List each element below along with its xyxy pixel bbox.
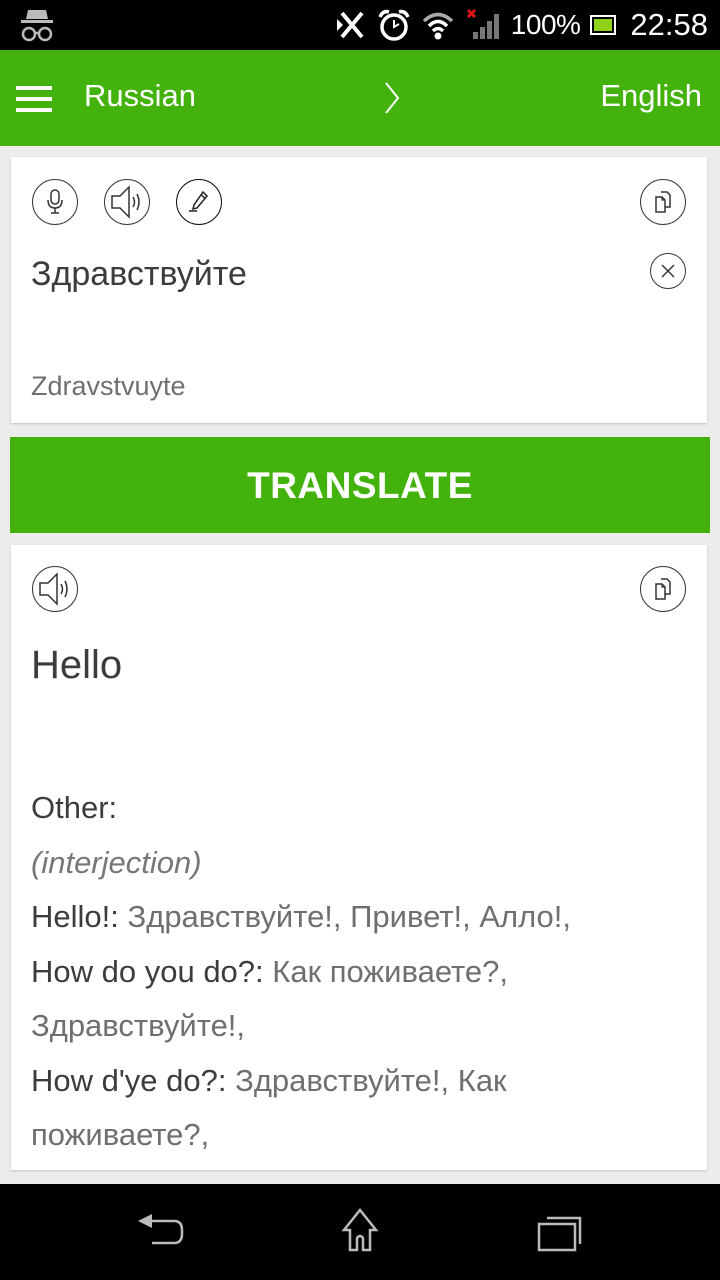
handwriting-pen-icon — [189, 190, 209, 212]
battery-icon — [590, 15, 617, 35]
bluetooth-off-icon — [336, 11, 364, 39]
copy-icon — [655, 191, 671, 213]
dictionary-entry: How do you do?: Как поживаете?, Здравств… — [31, 945, 691, 1054]
dictionary-entry: Hello!: Здравствуйте!, Привет!, Алло!, — [31, 890, 691, 945]
dictionary-entry: How d'ye do?: Здравствуйте!, Как поживае… — [31, 1054, 691, 1163]
entry-translations: Здравствуйте!, Привет!, Алло!, — [127, 899, 572, 934]
back-icon[interactable] — [130, 1206, 190, 1258]
alarm-icon — [378, 9, 410, 41]
target-language-selector[interactable]: English — [600, 78, 702, 114]
signal-no-sim-icon — [466, 8, 499, 39]
clock: 22:58 — [630, 7, 708, 42]
recent-apps-icon[interactable] — [530, 1206, 590, 1258]
speak-source-button[interactable] — [104, 179, 150, 225]
status-bar: 100% 22:58 — [0, 0, 720, 50]
battery-percent: 100% — [510, 9, 581, 40]
navigation-bar — [0, 1184, 720, 1280]
clear-button[interactable] — [650, 253, 686, 289]
entry-term: How d'ye do?: — [31, 1062, 227, 1098]
translate-button[interactable]: TRANSLATE — [10, 437, 710, 533]
microphone-icon — [47, 189, 63, 214]
other-translations: Other: (interjection) Hello!: Здравствуй… — [31, 781, 691, 1163]
chevron-right-icon[interactable] — [382, 80, 402, 116]
source-language-selector[interactable]: Russian — [84, 78, 196, 114]
speak-translation-button[interactable] — [32, 566, 78, 612]
input-card: Здравствуйте Zdravstvuyte — [11, 157, 707, 423]
source-text-input[interactable]: Здравствуйте — [31, 255, 247, 294]
part-of-speech: (interjection) — [31, 844, 202, 880]
incognito-icon — [21, 10, 53, 42]
translation-result: Hello — [31, 643, 123, 687]
output-card: Hello Other: (interjection) Hello!: Здра… — [11, 545, 707, 1170]
other-label: Other: — [31, 790, 118, 825]
copy-icon — [655, 578, 671, 600]
handwriting-button[interactable] — [176, 179, 222, 225]
app-bar: Russian English — [0, 50, 720, 146]
hamburger-menu-icon[interactable] — [16, 86, 52, 112]
speaker-icon — [39, 572, 68, 606]
entry-term: Hello!: — [31, 899, 119, 934]
clear-icon — [661, 264, 675, 278]
home-icon[interactable] — [330, 1206, 390, 1258]
entry-term: How do you do?: — [31, 953, 264, 989]
transliteration: Zdravstvuyte — [31, 371, 186, 401]
microphone-button[interactable] — [32, 179, 78, 225]
copy-source-button[interactable] — [640, 179, 686, 225]
copy-translation-button[interactable] — [640, 566, 686, 612]
speaker-icon — [111, 185, 140, 219]
wifi-icon — [422, 12, 453, 40]
